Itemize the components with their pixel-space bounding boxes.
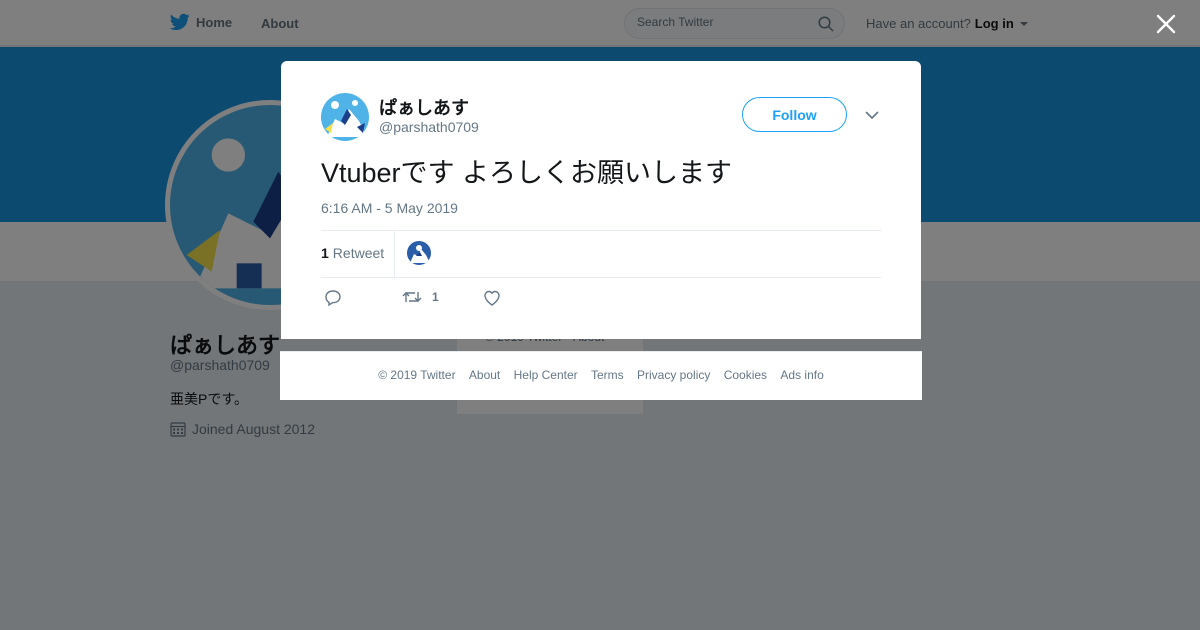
retweet-label: Retweet	[332, 245, 385, 261]
retweet-stat[interactable]: 1 Retweet	[321, 245, 384, 261]
tweet-stats: 1 Retweet	[321, 230, 881, 278]
footer-link-ads-info[interactable]: Ads info	[780, 368, 823, 382]
footer-link-privacy-policy[interactable]: Privacy policy	[637, 368, 710, 382]
retweet-button[interactable]: 1	[402, 289, 439, 305]
footer-copyright: © 2019 Twitter	[378, 368, 456, 382]
tweet-modal: ぱぁしあす @parshath0709 Follow Vtuberです よろしく…	[281, 61, 921, 339]
stat-divider	[394, 231, 395, 277]
tweet-author-avatar[interactable]	[321, 93, 369, 141]
footer-link-terms[interactable]: Terms	[591, 368, 624, 382]
follow-button[interactable]: Follow	[742, 97, 847, 132]
close-icon[interactable]	[1154, 12, 1178, 36]
heart-icon[interactable]	[483, 289, 501, 307]
modal-footer: © 2019 Twitter About Help Center Terms P…	[280, 351, 922, 400]
retweet-action-count: 1	[432, 290, 439, 304]
footer-links: © 2019 Twitter About Help Center Terms P…	[280, 368, 922, 382]
tweet-author-handle[interactable]: @parshath0709	[379, 119, 479, 135]
retweet-count: 1	[321, 245, 329, 261]
footer-link-about[interactable]: About	[469, 368, 500, 382]
footer-link-help-center[interactable]: Help Center	[514, 368, 578, 382]
chevron-down-icon[interactable]	[865, 110, 879, 120]
retweet-icon	[402, 292, 422, 302]
reply-icon[interactable]	[324, 289, 342, 307]
footer-link-cookies[interactable]: Cookies	[724, 368, 767, 382]
retweeter-avatar[interactable]	[407, 241, 431, 265]
tweet-text: Vtuberです よろしくお願いします	[321, 158, 733, 188]
tweet-timestamp[interactable]: 6:16 AM - 5 May 2019	[321, 200, 458, 216]
tweet-actions: 1	[321, 289, 881, 309]
tweet-author-name[interactable]: ぱぁしあす	[379, 94, 469, 120]
